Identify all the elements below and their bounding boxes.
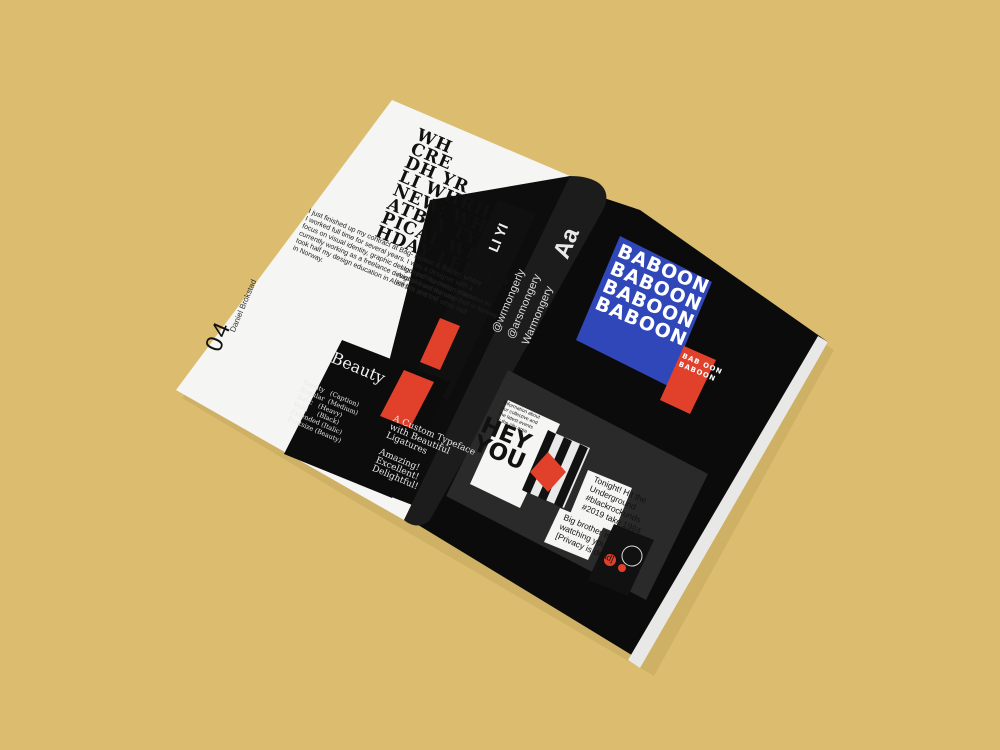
magazine-mockup-scene: WH CRE DH YR LI WHRH NEW: WH ATB A TY PI… xyxy=(0,0,1000,750)
magazine-shapes xyxy=(176,100,834,676)
red-dot-2 xyxy=(618,564,626,572)
